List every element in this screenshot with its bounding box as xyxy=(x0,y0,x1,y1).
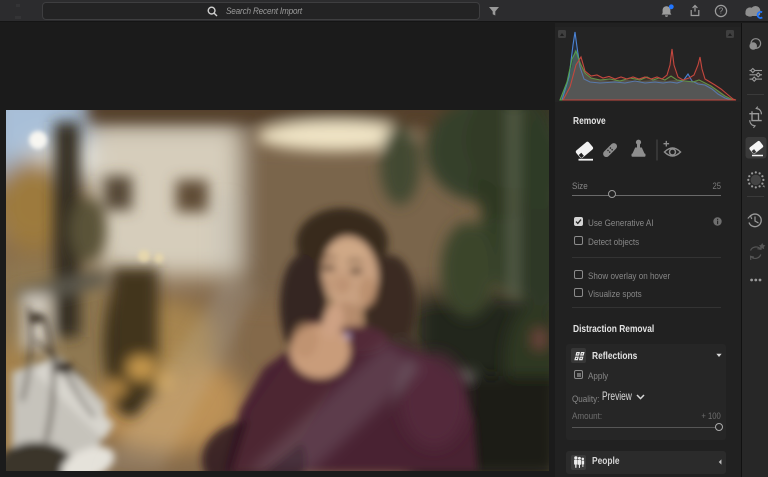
svg-text:?: ? xyxy=(719,7,724,16)
